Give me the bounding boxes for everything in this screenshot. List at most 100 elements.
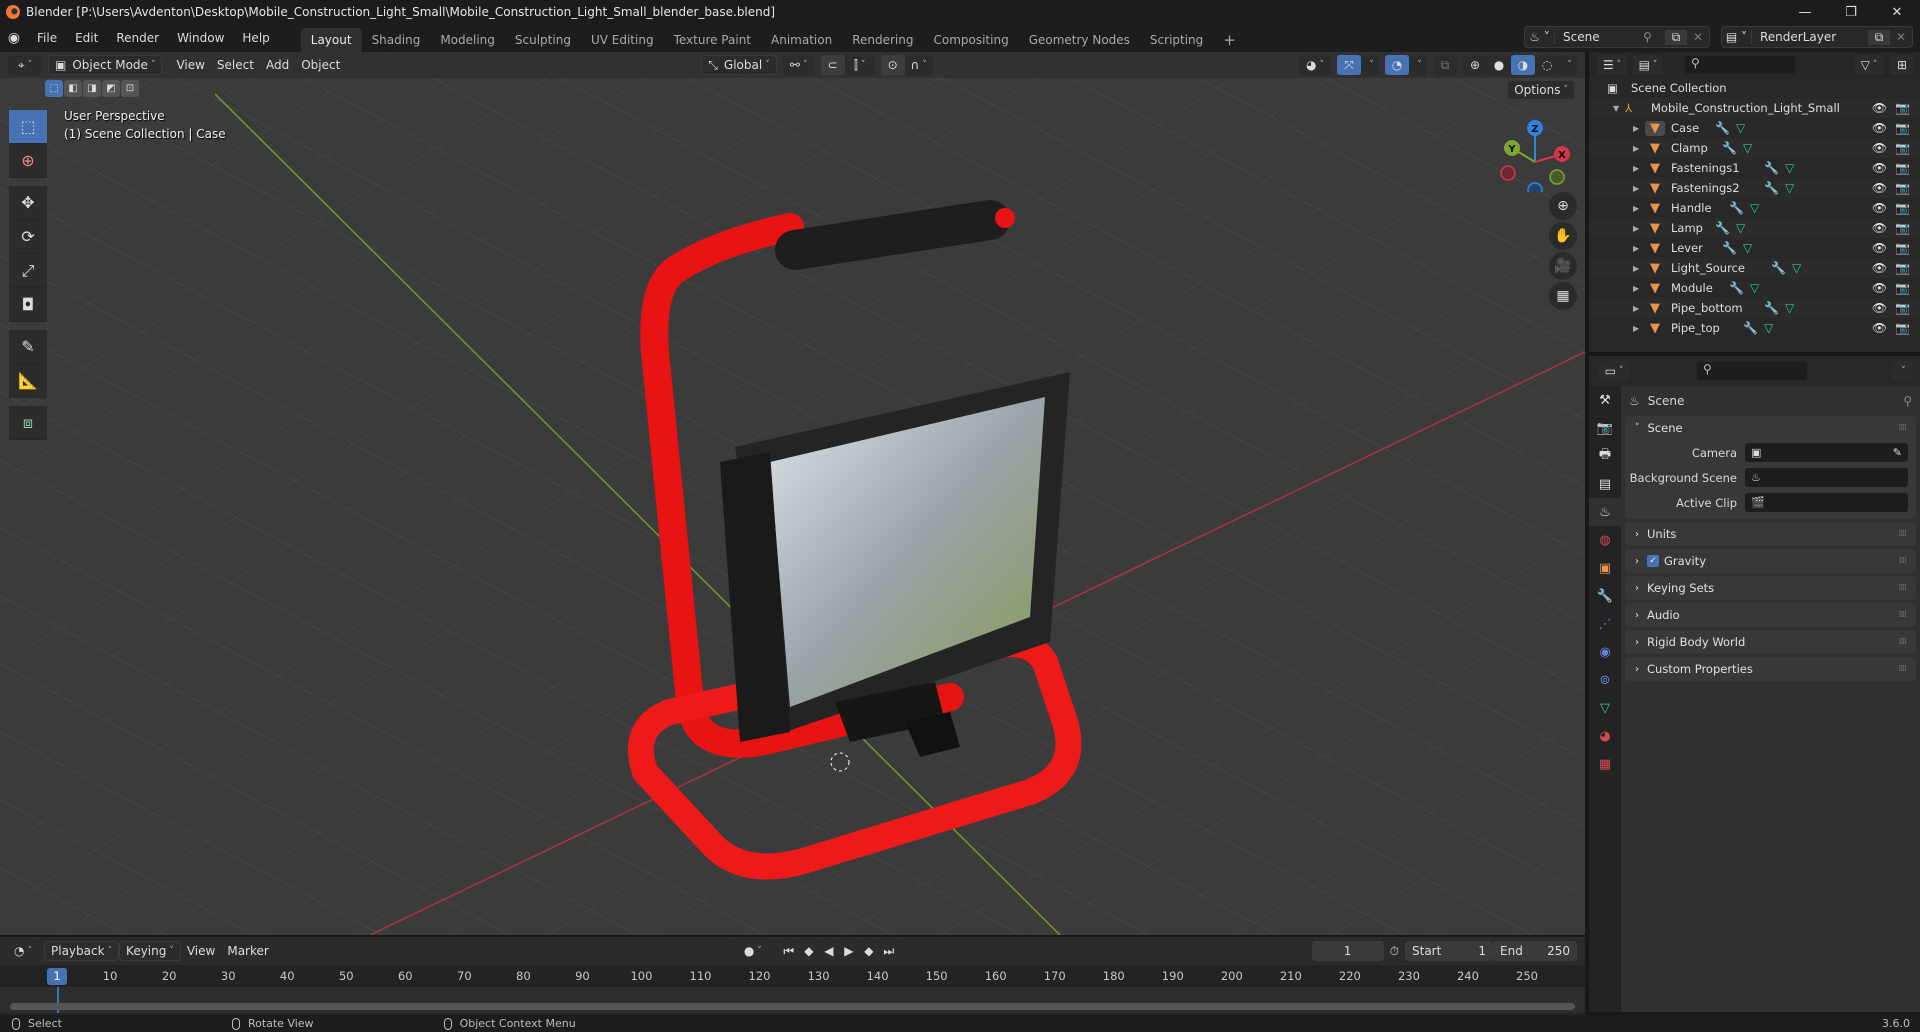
output-properties-tab-icon[interactable]: 🖶 [1589,442,1621,470]
outliner-object-row[interactable]: ▶ ▼ Pipe_bottom 🔧 ▽ 👁 📷 [1589,298,1920,318]
shading-dropdown-icon[interactable]: ˅ [1559,55,1577,75]
object-name[interactable]: Fastenings1 [1671,161,1764,175]
play-reverse-icon[interactable]: ◀ [818,941,839,961]
close-button[interactable]: ✕ [1874,0,1920,24]
filter-icon[interactable]: ▽ ˅ [1854,55,1884,75]
panel-header[interactable]: › Rigid Body World ⁞⁞⁞⁞ [1625,630,1916,654]
rotate-tool-icon[interactable]: ⟳ [9,220,47,254]
expand-arrow-icon[interactable]: ▶ [1633,284,1645,293]
visibility-eye-icon[interactable]: 👁 [1872,141,1887,155]
add-workspace-button[interactable]: + [1213,28,1246,52]
blender-menu-icon[interactable]: ◉ [0,30,28,46]
modifier-wrench-icon[interactable]: 🔧 [1729,201,1744,215]
xray-toggle-icon[interactable]: ⧉ [1433,55,1457,75]
select-new-icon[interactable]: ⬚ [45,80,63,97]
timeline-editor-type-icon[interactable]: ◔ ˅ [8,941,38,961]
solid-shading-icon[interactable]: ● [1487,55,1511,75]
visibility-eye-icon[interactable]: 👁 [1872,161,1887,175]
gizmo-dropdown-icon[interactable]: ˅ [1361,55,1379,75]
3d-viewport[interactable]: ⌖ ˅ ▣ Object Mode ˅ View Select Add Object… [0,52,1585,935]
perspective-toggle-icon[interactable]: ▦ [1549,282,1577,310]
modifier-wrench-icon[interactable]: 🔧 [1743,321,1758,335]
expand-arrow-icon[interactable]: ▶ [1633,204,1645,213]
object-name[interactable]: Pipe_bottom [1671,301,1764,315]
outliner-object-row[interactable]: ▶ ▼ Fastenings1 🔧 ▽ 👁 📷 [1589,158,1920,178]
zoom-view-icon[interactable]: ⊕ [1549,192,1577,220]
timeline-tracks[interactable] [0,987,1585,1013]
minimize-button[interactable]: — [1782,0,1828,24]
play-icon[interactable]: ▶ [838,941,859,961]
menu-edit[interactable]: Edit [66,24,107,52]
mesh-data-icon[interactable]: ▽ [1764,321,1773,335]
expand-arrow-icon[interactable]: ▶ [1633,244,1645,253]
tab-modeling[interactable]: Modeling [430,28,505,52]
drag-handle-icon[interactable]: ⁞⁞⁞⁞ [1899,664,1908,674]
panel-header[interactable]: › Custom Properties ⁞⁞⁞⁞ [1625,657,1916,681]
tab-rendering[interactable]: Rendering [842,28,923,52]
material-preview-shading-icon[interactable]: ◑ [1511,55,1535,75]
object-name[interactable]: Module [1671,281,1729,295]
render-camera-icon[interactable]: 📷 [1895,301,1910,315]
outliner-object-row[interactable]: ▶ ▼ Clamp 🔧 ▽ 👁 📷 [1589,138,1920,158]
delete-scene-icon[interactable]: ✕ [1687,30,1709,44]
navigation-gizmo[interactable]: Z Y X [1490,112,1580,192]
pin-icon[interactable]: ⚲ [1903,394,1912,408]
menu-help[interactable]: Help [233,24,278,52]
object-properties-tab-icon[interactable]: ▣ [1589,554,1621,582]
outliner-collection[interactable]: ▼ ⅄ Mobile_Construction_Light_Small 👁 📷 [1589,98,1920,118]
select-extend-icon[interactable]: ◧ [64,80,82,97]
outliner-object-row[interactable]: ▶ ▼ Case 🔧 ▽ 👁 📷 [1589,118,1920,138]
snap-icon[interactable]: ⊂ [820,55,845,75]
render-camera-icon[interactable]: 📷 [1895,261,1910,275]
modifier-wrench-icon[interactable]: 🔧 [1771,261,1786,275]
timeline-ruler[interactable]: 1 10 20 30 40 50 60 70 80 90 100 110 120 130 140 150 16… [0,965,1585,987]
modifier-properties-tab-icon[interactable]: 🔧 [1589,582,1621,610]
object-name[interactable]: Handle [1671,201,1729,215]
viewport-menu-view[interactable]: View [170,55,210,75]
render-properties-tab-icon[interactable]: 📷 [1589,414,1621,442]
transform-tool-icon[interactable]: ◘ [9,288,47,322]
select-invert-icon[interactable]: ◩ [102,80,120,97]
move-tool-icon[interactable]: ✥ [9,186,47,220]
menu-file[interactable]: File [28,24,66,52]
visibility-eye-icon[interactable]: 👁 [1872,321,1887,335]
outliner-scene-collection[interactable]: ▣ Scene Collection [1589,78,1920,98]
expand-arrow-icon[interactable]: ▼ [1613,104,1625,113]
tab-geometry-nodes[interactable]: Geometry Nodes [1019,28,1140,52]
expand-arrow-icon[interactable]: ▶ [1633,224,1645,233]
material-properties-tab-icon[interactable]: ◕ [1589,722,1621,750]
properties-options-icon[interactable]: ˅ [1892,361,1912,381]
auto-keying-icon[interactable]: ● ˅ [734,941,771,961]
transform-orientation-selector[interactable]: ⤡ Global ˅ [701,55,777,75]
object-name[interactable]: Lever [1671,241,1722,255]
modifier-wrench-icon[interactable]: 🔧 [1764,301,1779,315]
data-properties-tab-icon[interactable]: ▽ [1589,694,1621,722]
render-camera-icon[interactable]: 📷 [1895,281,1910,295]
next-keyframe-icon[interactable]: ◆ [858,941,879,961]
render-camera-icon[interactable]: 📷 [1895,201,1910,215]
options-button[interactable]: Options ˅ [1507,80,1575,100]
expand-arrow-icon[interactable]: ▶ [1633,304,1645,313]
visibility-eye-icon[interactable]: 👁 [1872,181,1887,195]
visibility-eye-icon[interactable]: 👁 [1872,281,1887,295]
tab-scripting[interactable]: Scripting [1140,28,1213,52]
render-camera-icon[interactable]: 📷 [1895,121,1910,135]
mesh-data-icon[interactable]: ▽ [1750,201,1759,215]
marker-menu[interactable]: Marker [221,941,274,961]
view-layer-properties-tab-icon[interactable]: ▤ [1589,470,1621,498]
outliner-object-row[interactable]: ▶ ▼ Module 🔧 ▽ 👁 📷 [1589,278,1920,298]
visibility-eye-icon[interactable]: 👁 [1872,101,1887,115]
object-name[interactable]: Pipe_top [1671,321,1743,335]
select-subtract-icon[interactable]: ◨ [83,80,101,97]
object-name[interactable]: Light_Source [1671,261,1771,275]
mesh-data-icon[interactable]: ▽ [1750,281,1759,295]
properties-search-input[interactable]: ⚲ [1697,362,1807,380]
add-cube-tool-icon[interactable]: ⧈ [9,406,47,440]
panel-header[interactable]: › Keying Sets ⁞⁞⁞⁞ [1625,576,1916,600]
visibility-eye-icon[interactable]: 👁 [1872,261,1887,275]
menu-render[interactable]: Render [107,24,168,52]
modifier-wrench-icon[interactable]: 🔧 [1764,181,1779,195]
new-scene-icon[interactable]: ⧉ [1665,29,1687,45]
mesh-data-icon[interactable]: ▽ [1785,301,1794,315]
drag-handle-icon[interactable]: ⁞⁞⁞⁞ [1899,556,1908,566]
